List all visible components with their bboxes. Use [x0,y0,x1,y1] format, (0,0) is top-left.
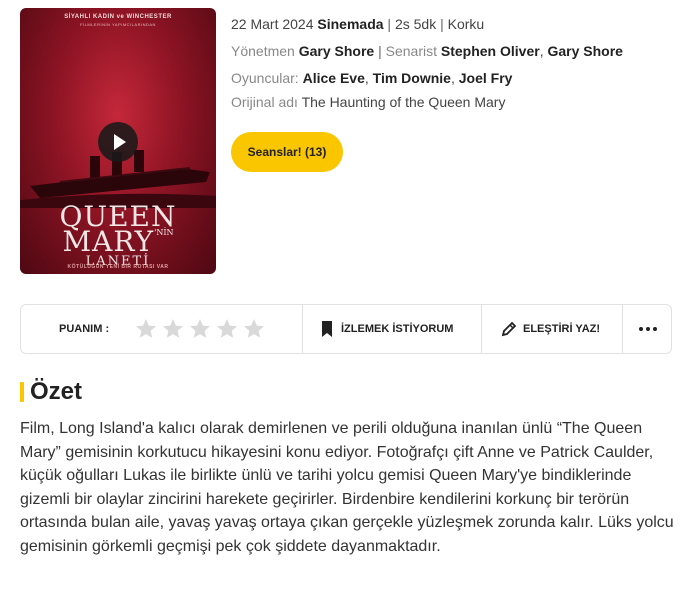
accent-bar [20,382,24,402]
summary-text: Film, Long Island'a kalıcı olarak demirl… [20,420,674,555]
poster-logo-suffix: 'NİN [154,228,174,238]
dot [639,327,643,331]
cast-info: Oyuncular: Alice Eve, Tim Downie, Joel F… [231,70,513,86]
dot [653,327,657,331]
divider [302,305,303,353]
crew-info: Yönetmen Gary Shore | Senarist Stephen O… [231,43,623,59]
poster-top-subtext: FİLMLERİNİN YAPIMCILARINDAN [80,22,156,27]
writer-link[interactable]: Stephen Oliver [441,43,540,59]
divider [481,305,482,353]
action-bar: PUANIM : İZLEMEK İSTİYORUM ELEŞTİRİ YAZ! [20,304,672,354]
write-critic-label: ELEŞTİRİ YAZ! [523,323,601,335]
release-info: 22 Mart 2024 Sinemada | 2s 5dk | Korku [231,16,484,32]
watchlist-button[interactable]: İZLEMEK İSTİYORUM [321,319,453,339]
star-icon[interactable] [187,317,213,341]
poster-logo: QUEEN MARY'NİN LANETİ [20,202,216,268]
cast-link[interactable]: Alice Eve [303,70,365,86]
cast-label: Oyuncular: [231,70,299,86]
original-title-info: Orijinal adı The Haunting of the Queen M… [231,94,505,110]
release-status[interactable]: Sinemada [317,16,383,32]
separator: | [440,16,444,32]
cast-link[interactable]: Joel Fry [459,70,513,86]
rating-stars [133,317,267,341]
original-title-label: Orijinal adı [231,94,298,110]
poster-top-text: SİYAHLI KADIN ve WINCHESTER [64,14,172,20]
separator: | [387,16,392,32]
write-critic-button[interactable]: ELEŞTİRİ YAZ! [501,319,600,339]
duration: 2s 5dk [394,16,437,32]
star-icon[interactable] [133,317,159,341]
movie-poster[interactable]: SİYAHLI KADIN ve WINCHESTER FİLMLERİNİN … [20,8,216,274]
genre[interactable]: Korku [448,16,485,32]
cast-link[interactable]: Tim Downie [373,70,451,86]
release-date: 22 Mart 2024 [231,16,314,32]
more-dots-icon[interactable] [635,319,661,339]
star-icon[interactable] [160,317,186,341]
original-title: The Haunting of the Queen Mary [301,94,506,110]
star-icon[interactable] [214,317,240,341]
play-trailer-icon[interactable] [98,122,138,162]
divider [622,305,623,353]
pencil-icon [501,321,517,337]
watchlist-label: İZLEMEK İSTİYORUM [341,323,454,335]
writer-label: Senarist [385,43,437,59]
director-label: Yönetmen [231,43,295,59]
rating-label: PUANIM : [59,323,110,335]
poster-tagline: KÖTÜLÜĞÜN YENİ BİR ROTASI VAR [67,264,169,270]
star-icon[interactable] [241,317,267,341]
writer-link[interactable]: Gary Shore [547,43,622,59]
separator: | [378,43,382,59]
poster-logo-line2: MARY [62,225,155,259]
summary-header: Özet [20,378,82,406]
sessions-button[interactable]: Seanslar! (13) [231,132,343,172]
director-link[interactable]: Gary Shore [299,43,374,59]
summary-title: Özet [30,378,83,405]
bookmark-icon [322,321,332,337]
dot [646,327,650,331]
